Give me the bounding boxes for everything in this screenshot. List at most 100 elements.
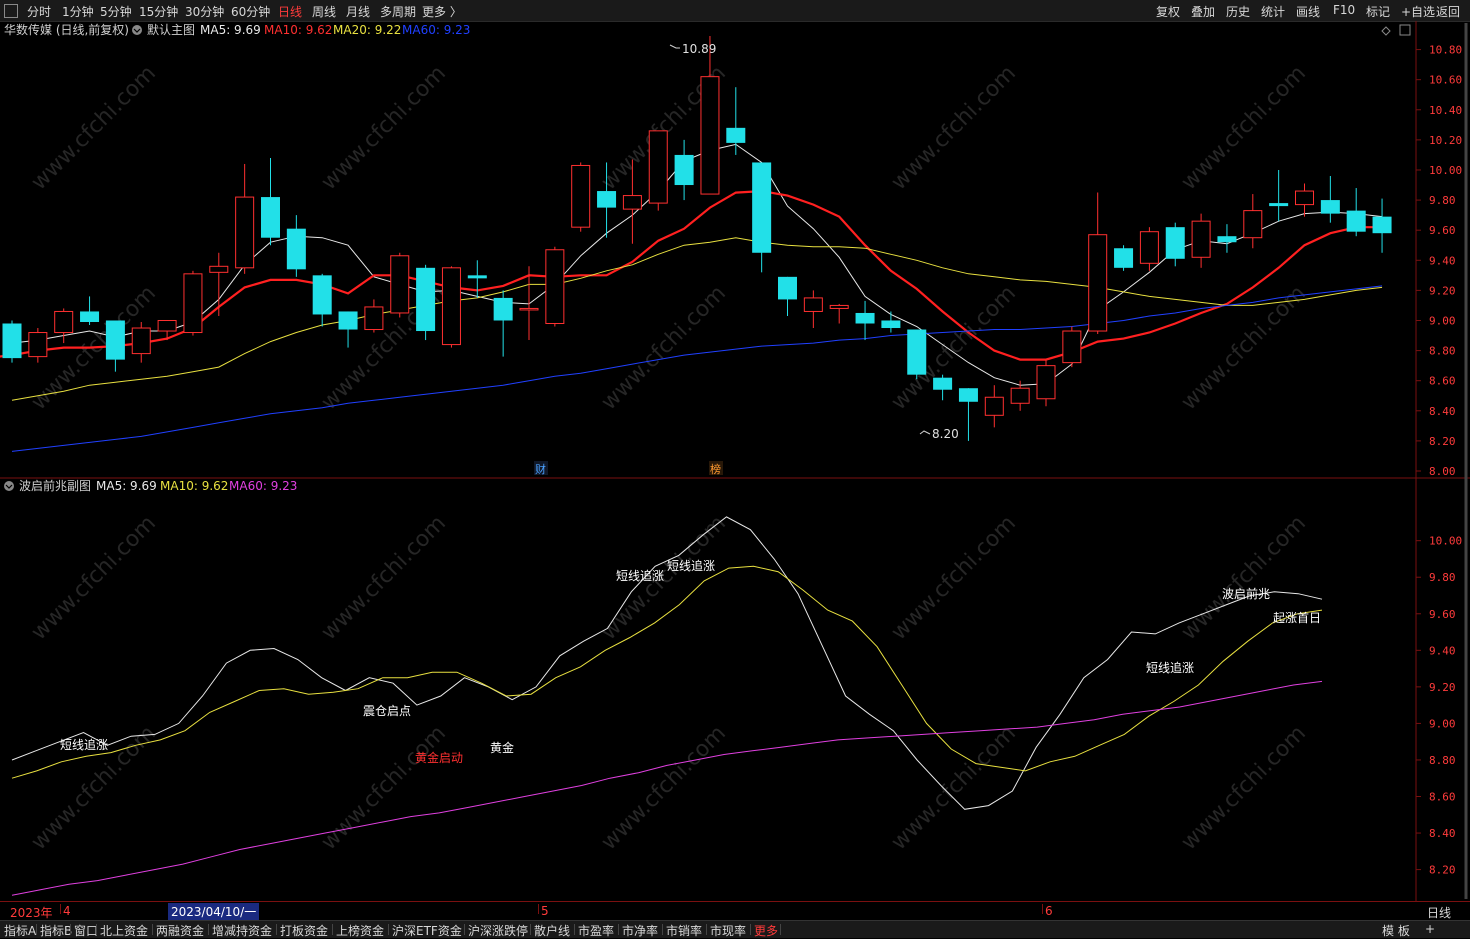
candle-body <box>1217 236 1237 243</box>
candle <box>441 266 461 348</box>
candle <box>1062 326 1082 368</box>
bottom-tab-0[interactable]: 指标A <box>4 922 36 939</box>
billboard-marker[interactable]: 榜 <box>710 462 721 476</box>
bottom-tab-3[interactable]: 北上资金 <box>100 922 148 939</box>
diamond-icon[interactable] <box>1381 26 1391 36</box>
candle-body <box>312 275 332 315</box>
bottom-tab-15[interactable]: 更多 <box>754 922 778 939</box>
template-button[interactable]: 模 板 <box>1382 922 1410 939</box>
tab-separator <box>574 924 575 935</box>
main-ma5-legend: MA5: 9.69 <box>200 23 261 37</box>
candle <box>390 252 410 318</box>
candle-body <box>105 320 125 360</box>
finance-marker[interactable]: 财 <box>535 462 546 476</box>
sub-axis-tick-label: 8.60 <box>1429 791 1456 804</box>
candle-body <box>1165 227 1185 259</box>
template-name[interactable]: 默认主图 <box>147 22 195 37</box>
candle <box>1346 188 1366 237</box>
candle-body <box>984 396 1004 416</box>
tab-separator <box>388 924 389 935</box>
main-axis-tick-label: 8.60 <box>1429 375 1456 388</box>
main-axis-tick-label: 8.80 <box>1429 345 1456 358</box>
back-button[interactable]: 返回 <box>1436 3 1460 20</box>
draw-line-button[interactable]: 画线 <box>1296 3 1320 20</box>
candle <box>1114 245 1134 271</box>
main-axis-tick-label: 8.20 <box>1429 435 1456 448</box>
tab-separator <box>662 924 663 935</box>
candle <box>1139 227 1159 271</box>
f10-button[interactable]: F10 <box>1333 3 1355 17</box>
candle <box>881 311 901 333</box>
period-indicator: 日线 <box>1427 906 1452 920</box>
bottom-tab-14[interactable]: 市现率 <box>710 922 746 939</box>
low-price-annotation: 8.20 <box>919 427 959 441</box>
period-tab-multi[interactable]: 多周期 <box>380 3 416 20</box>
sub-axis-tick-label: 8.20 <box>1429 864 1456 877</box>
candle-body <box>183 273 203 334</box>
bottom-tab-1[interactable]: 指标B <box>40 922 72 939</box>
period-tab-5min[interactable]: 5分钟 <box>100 3 132 20</box>
candle-body <box>209 265 229 273</box>
period-tab-1min[interactable]: 1分钟 <box>62 3 94 20</box>
sub-ma5-legend: MA5: 9.69 <box>96 479 157 493</box>
period-tab-more[interactable]: 更多 〉 <box>422 3 462 20</box>
bottom-tab-2[interactable]: 窗口 <box>74 922 98 939</box>
high-price-label: 10.89 <box>682 42 716 56</box>
restore-rights-button[interactable]: 复权 <box>1156 3 1180 20</box>
chart-stage[interactable]: www.cfchi.com www.cfchi.com www.cfchi.com w… <box>0 21 1470 901</box>
period-tab-daily[interactable]: 日线 <box>278 3 302 20</box>
signal-wave-precursor: 波启前兆 <box>1222 586 1270 601</box>
main-axis-tick-label: 10.60 <box>1429 74 1462 87</box>
bottom-tab-9[interactable]: 沪深涨跌停 <box>468 922 528 939</box>
candle-body <box>778 276 797 300</box>
candle <box>984 385 1004 428</box>
bottom-tab-4[interactable]: 两融资金 <box>156 922 204 939</box>
period-tab-60min[interactable]: 60分钟 <box>231 3 270 20</box>
candle-body <box>467 275 487 279</box>
signal-golden: 黄金 <box>490 740 514 755</box>
month-label-apr: 4 <box>63 904 71 918</box>
period-tab-fenshi[interactable]: 分时 <box>27 3 51 20</box>
add-indicator-button[interactable]: + <box>1425 922 1435 936</box>
sub-axis-tick-label: 9.00 <box>1429 717 1456 730</box>
period-tab-weekly[interactable]: 周线 <box>312 3 336 20</box>
indicator-dropdown-icon[interactable] <box>4 481 14 491</box>
bottom-tab-6[interactable]: 打板资金 <box>280 922 328 939</box>
period-tab-monthly[interactable]: 月线 <box>346 3 370 20</box>
candle-body <box>364 306 384 331</box>
candle <box>829 303 849 324</box>
watermark-text: www.cfchi.com <box>887 281 1021 415</box>
tab-separator <box>96 924 97 935</box>
add-watchlist-button[interactable]: +自选 <box>1401 3 1435 20</box>
bottom-tab-12[interactable]: 市净率 <box>622 922 658 939</box>
tab-separator <box>332 924 333 935</box>
template-dropdown-icon[interactable] <box>132 25 142 35</box>
candle <box>674 139 694 201</box>
bottom-tab-11[interactable]: 市盈率 <box>578 922 614 939</box>
watermark-text: www.cfchi.com <box>317 61 451 195</box>
candle-body <box>571 164 591 228</box>
main-axis-tick-label: 9.60 <box>1429 224 1456 237</box>
sub-chart-title[interactable]: 波启前兆副图 <box>19 478 91 493</box>
mark-button[interactable]: 标记 <box>1366 3 1390 20</box>
candle <box>1269 169 1289 222</box>
candle-body <box>1062 330 1082 364</box>
period-tab-15min[interactable]: 15分钟 <box>139 3 178 20</box>
period-tab-30min[interactable]: 30分钟 <box>185 3 224 20</box>
low-price-label: 8.20 <box>932 427 959 441</box>
candle <box>1372 198 1392 253</box>
watermark-text: www.cfchi.com <box>887 511 1021 645</box>
history-button[interactable]: 历史 <box>1226 3 1250 20</box>
bottom-tab-8[interactable]: 沪深ETF资金 <box>392 922 462 939</box>
maximize-pane-icon[interactable] <box>1399 24 1411 36</box>
candle-body <box>1036 365 1056 400</box>
bottom-tab-13[interactable]: 市销率 <box>666 922 702 939</box>
statistics-button[interactable]: 统计 <box>1261 3 1285 20</box>
bottom-tab-7[interactable]: 上榜资金 <box>336 922 384 939</box>
bottom-tab-5[interactable]: 增减持资金 <box>212 922 272 939</box>
main-ma10-legend: MA10: 9.62 <box>264 23 332 37</box>
tab-separator <box>706 924 707 935</box>
overlay-button[interactable]: 叠加 <box>1191 3 1215 20</box>
main-axis-tick-label: 9.20 <box>1429 284 1456 297</box>
bottom-tab-10[interactable]: 散户线 <box>534 922 570 939</box>
